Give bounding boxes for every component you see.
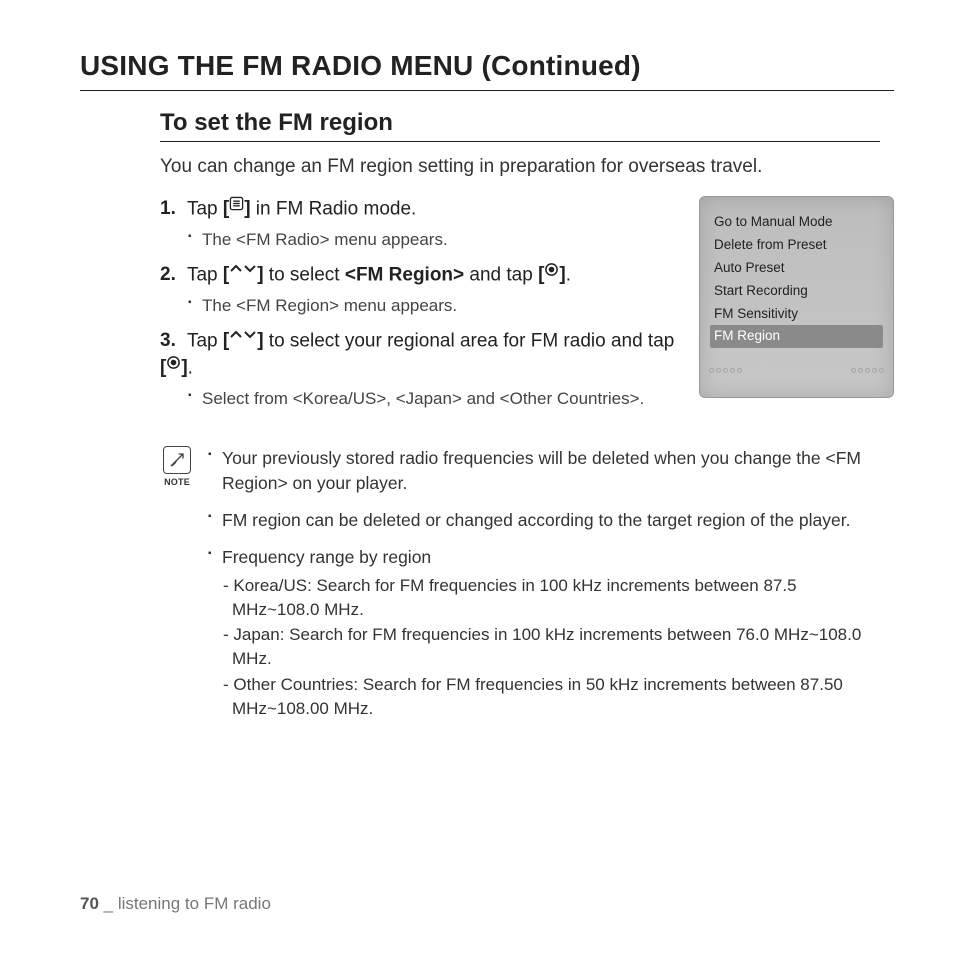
section-heading: To set the FM region [160,109,894,137]
page-title: USING THE FM RADIO MENU (Continued) [80,50,894,82]
device-menu-item: Auto Preset [710,257,883,280]
footer-sep: _ [99,894,118,913]
step-text: . [566,264,571,285]
title-rule [80,90,894,91]
freq-range-item: Korea/US: Search for FM frequencies in 1… [222,574,880,622]
step-text: in FM Radio mode. [251,198,417,219]
device-menu-item: Delete from Preset [710,234,883,257]
step-text: to select your regional area for FM radi… [264,330,675,351]
step-bold: <FM Region> [345,264,464,285]
note-label: NOTE [164,477,190,487]
step-number: 3. [160,328,182,355]
note-icon: NOTE [160,446,194,487]
step-sub: Select from <Korea/US>, <Japan> and <Oth… [188,388,677,411]
step-item: 3. Tap [] to select your regional area f… [160,328,677,411]
device-menu-item: FM Sensitivity [710,303,883,326]
up-down-icon: [] [223,328,264,355]
select-icon: [] [538,262,566,289]
step-sub: The <FM Region> menu appears. [188,295,677,318]
step-text: Tap [187,330,223,351]
step-number: 2. [160,262,182,289]
page-number: 70 [80,894,99,913]
device-speaker-grille [700,367,893,391]
device-menu-item: Go to Manual Mode [710,211,883,234]
page-footer: 70 _ listening to FM radio [80,894,271,914]
freq-range-item: Other Countries: Search for FM frequenci… [222,673,880,721]
device-menu-item: Start Recording [710,280,883,303]
step-text: Tap [187,198,223,219]
step-text: and tap [464,264,538,285]
device-menu-item-selected: FM Region [710,325,883,348]
step-sub: The <FM Radio> menu appears. [188,229,677,252]
device-screenshot: Go to Manual Mode Delete from Preset Aut… [699,196,894,398]
step-number: 1. [160,196,182,223]
intro-text: You can change an FM region setting in p… [160,156,894,178]
freq-range-item: Japan: Search for FM frequencies in 100 … [222,623,880,671]
up-down-icon: [] [223,262,264,289]
step-item: 1. Tap [] in FM Radio mode. The <FM Radi… [160,196,677,252]
section-rule [160,141,880,142]
step-item: 2. Tap [] to select <FM Region> and tap … [160,262,677,318]
step-text: . [188,357,193,378]
step-text: Tap [187,264,223,285]
menu-icon: [] [223,196,251,223]
freq-heading: Frequency range by region [222,547,431,567]
note-item: Frequency range by region Korea/US: Sear… [208,545,880,721]
step-text: to select [264,264,345,285]
note-item: Your previously stored radio frequencies… [208,446,880,496]
select-icon: [] [160,355,188,382]
chapter-name: listening to FM radio [118,894,271,913]
note-item: FM region can be deleted or changed acco… [208,508,880,533]
